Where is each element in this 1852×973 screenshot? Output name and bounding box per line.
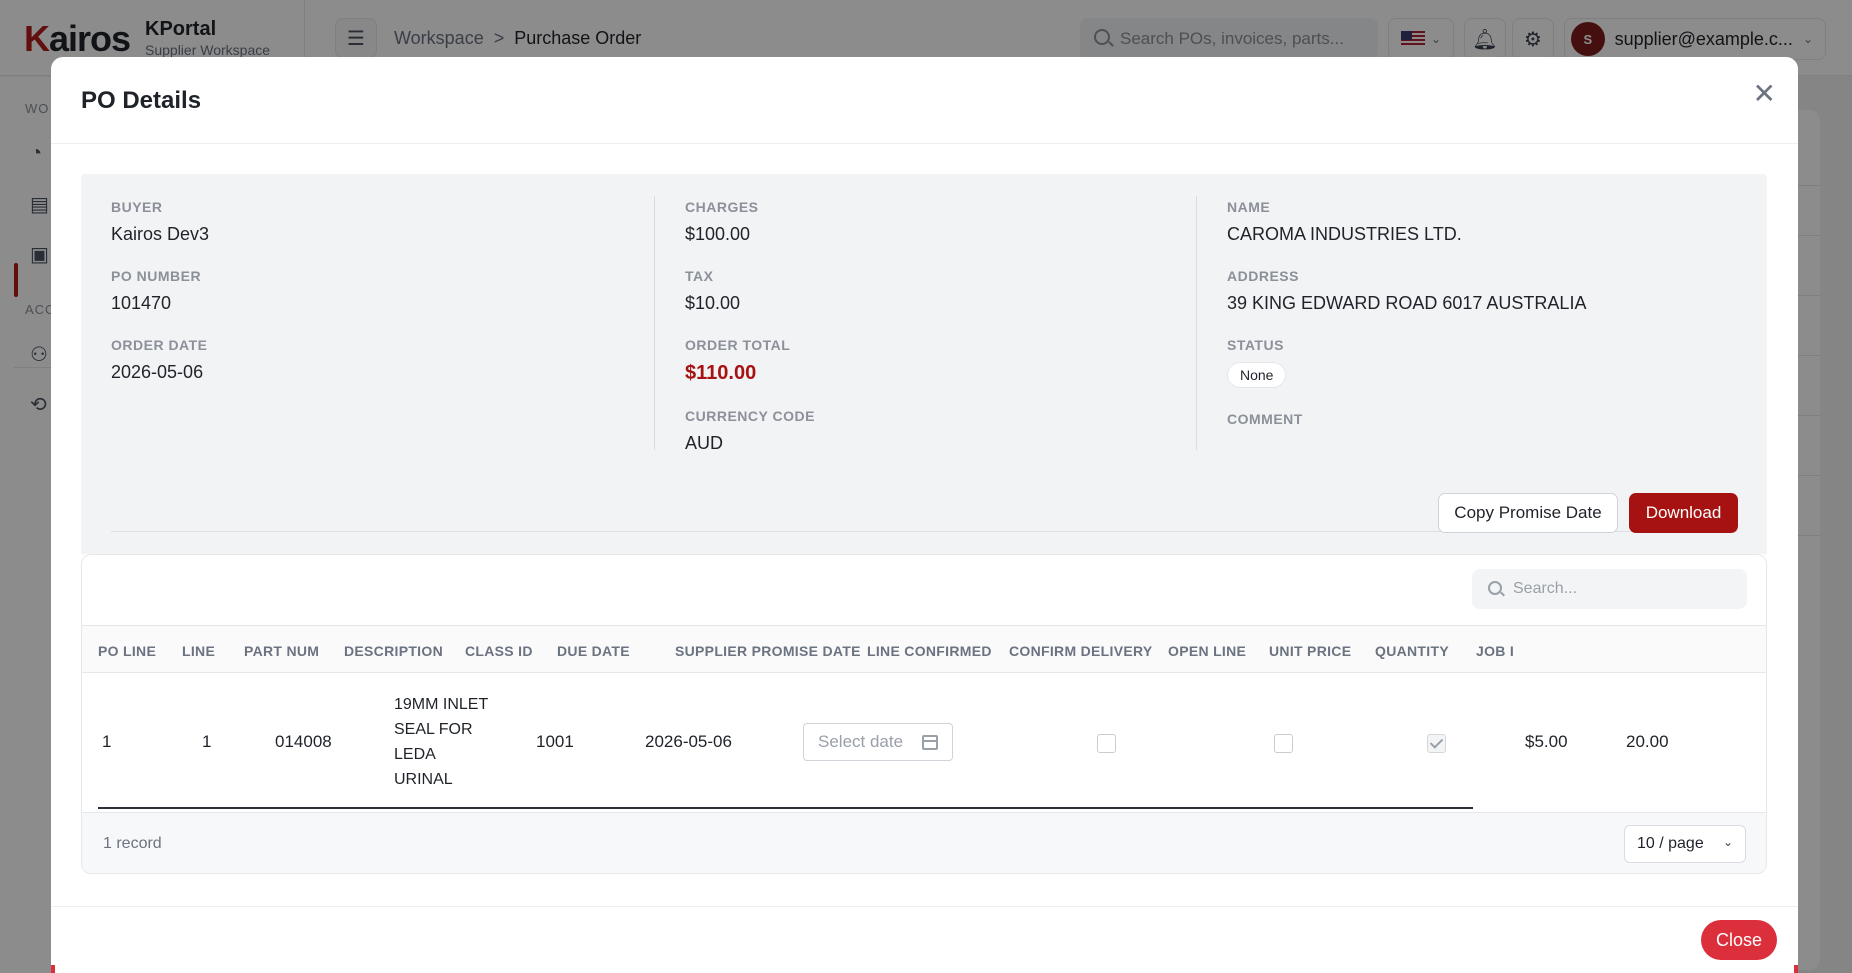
buyer-column: BUYER Kairos Dev3 PO NUMBER 101470 ORDER…: [111, 199, 209, 406]
calendar-icon: [922, 735, 938, 750]
status-badge: None: [1227, 362, 1287, 388]
charges-label: CHARGES: [685, 199, 759, 215]
tax-value: $10.00: [685, 293, 741, 313]
order-total-label: ORDER TOTAL: [685, 337, 791, 353]
charges-column: CHARGES $100.00 TAX $10.00 ORDER TOTAL $…: [685, 199, 815, 477]
column-header-open-line[interactable]: OPEN LINE: [1168, 643, 1246, 659]
column-header-unit-price[interactable]: UNIT PRICE: [1269, 643, 1351, 659]
line-confirmed-checkbox[interactable]: [1097, 734, 1116, 753]
table-search-input[interactable]: Search...: [1472, 569, 1747, 609]
open-line-checkbox: [1427, 734, 1446, 753]
column-divider: [654, 196, 655, 450]
close-button[interactable]: Close: [1701, 920, 1777, 960]
promise-date-placeholder: Select date: [818, 732, 904, 751]
name-value: CAROMA INDUSTRIES LTD.: [1227, 224, 1462, 244]
comment-label: COMMENT: [1227, 411, 1303, 427]
po-details-modal: PO Details ✕ BUYER Kairos Dev3 PO NUMBER…: [51, 57, 1798, 973]
column-divider: [1196, 196, 1197, 450]
column-header-job[interactable]: JOB I: [1476, 643, 1514, 659]
column-header-supplier-promise-date[interactable]: SUPPLIER PROMISE DATE: [675, 643, 861, 659]
table-header: PO LINE LINE PART NUM DESCRIPTION CLASS …: [82, 625, 1766, 673]
download-button[interactable]: Download: [1629, 493, 1738, 533]
address-label: ADDRESS: [1227, 268, 1299, 284]
record-count: 1 record: [103, 835, 162, 852]
currency-code-label: CURRENCY CODE: [685, 408, 815, 424]
column-header-due-date[interactable]: DUE DATE: [557, 643, 630, 659]
close-icon[interactable]: ✕: [1753, 77, 1776, 110]
page-size-select[interactable]: 10 / page ⌄: [1624, 825, 1746, 863]
po-lines-table: Search... PO LINE LINE PART NUM DESCRIPT…: [81, 554, 1767, 874]
supplier-column: NAME CAROMA INDUSTRIES LTD. ADDRESS 39 K…: [1227, 199, 1586, 450]
column-header-description[interactable]: DESCRIPTION: [344, 643, 443, 659]
description-line: LEDA: [394, 746, 436, 763]
table-row: 1 1 014008 19MM INLET SEAL FOR LEDA URIN…: [82, 674, 1766, 806]
cell-description: 19MM INLET SEAL FOR LEDA URINAL: [394, 692, 504, 792]
cell-unit-price: $5.00: [1525, 732, 1568, 751]
cell-quantity: 20.00: [1626, 732, 1669, 751]
currency-code-value: AUD: [685, 433, 724, 453]
table-footer: 1 record 10 / page ⌄: [82, 812, 1766, 873]
column-header-po-line[interactable]: PO LINE: [98, 643, 156, 659]
charges-value: $100.00: [685, 224, 751, 244]
promise-date-picker[interactable]: Select date: [803, 723, 953, 761]
modal-edge-accent: [51, 965, 55, 973]
description-line: URINAL: [394, 771, 453, 788]
modal-header: PO Details ✕: [51, 57, 1798, 144]
column-header-part-num[interactable]: PART NUM: [244, 643, 319, 659]
column-header-line[interactable]: LINE: [182, 643, 215, 659]
confirm-delivery-checkbox[interactable]: [1274, 734, 1293, 753]
cell-part-num: 014008: [275, 732, 332, 751]
order-total-value: $110.00: [685, 362, 757, 384]
order-date-label: ORDER DATE: [111, 337, 208, 353]
copy-promise-date-button[interactable]: Copy Promise Date: [1438, 493, 1618, 533]
cell-line: 1: [202, 732, 212, 751]
column-header-quantity[interactable]: QUANTITY: [1375, 643, 1449, 659]
buyer-label: BUYER: [111, 199, 163, 215]
description-line: 19MM INLET: [394, 696, 489, 713]
cell-due-date: 2026-05-06: [645, 732, 732, 751]
chevron-down-icon: ⌄: [1722, 835, 1733, 849]
horizontal-scrollbar[interactable]: [98, 807, 1473, 809]
modal-edge-accent: [1794, 965, 1798, 973]
modal-footer: [51, 906, 1798, 973]
status-label: STATUS: [1227, 337, 1284, 353]
name-label: NAME: [1227, 199, 1271, 215]
po-number-value: 101470: [111, 293, 172, 313]
po-number-label: PO NUMBER: [111, 268, 202, 284]
column-header-confirm-delivery[interactable]: CONFIRM DELIVERY: [1009, 643, 1153, 659]
column-header-line-confirmed[interactable]: LINE CONFIRMED: [867, 643, 992, 659]
tax-label: TAX: [685, 268, 714, 284]
cell-class-id: 1001: [536, 732, 574, 751]
search-icon: [1488, 581, 1502, 595]
order-date-value: 2026-05-06: [111, 362, 204, 382]
column-header-class-id[interactable]: CLASS ID: [465, 643, 533, 659]
page-size-value: 10 / page: [1637, 835, 1704, 852]
modal-title: PO Details: [81, 87, 202, 114]
description-line: SEAL FOR: [394, 721, 473, 738]
table-search-placeholder: Search...: [1513, 580, 1578, 597]
cell-po-line: 1: [102, 732, 112, 751]
address-value: 39 KING EDWARD ROAD 6017 AUSTRALIA: [1227, 293, 1587, 313]
buyer-value: Kairos Dev3: [111, 224, 210, 244]
